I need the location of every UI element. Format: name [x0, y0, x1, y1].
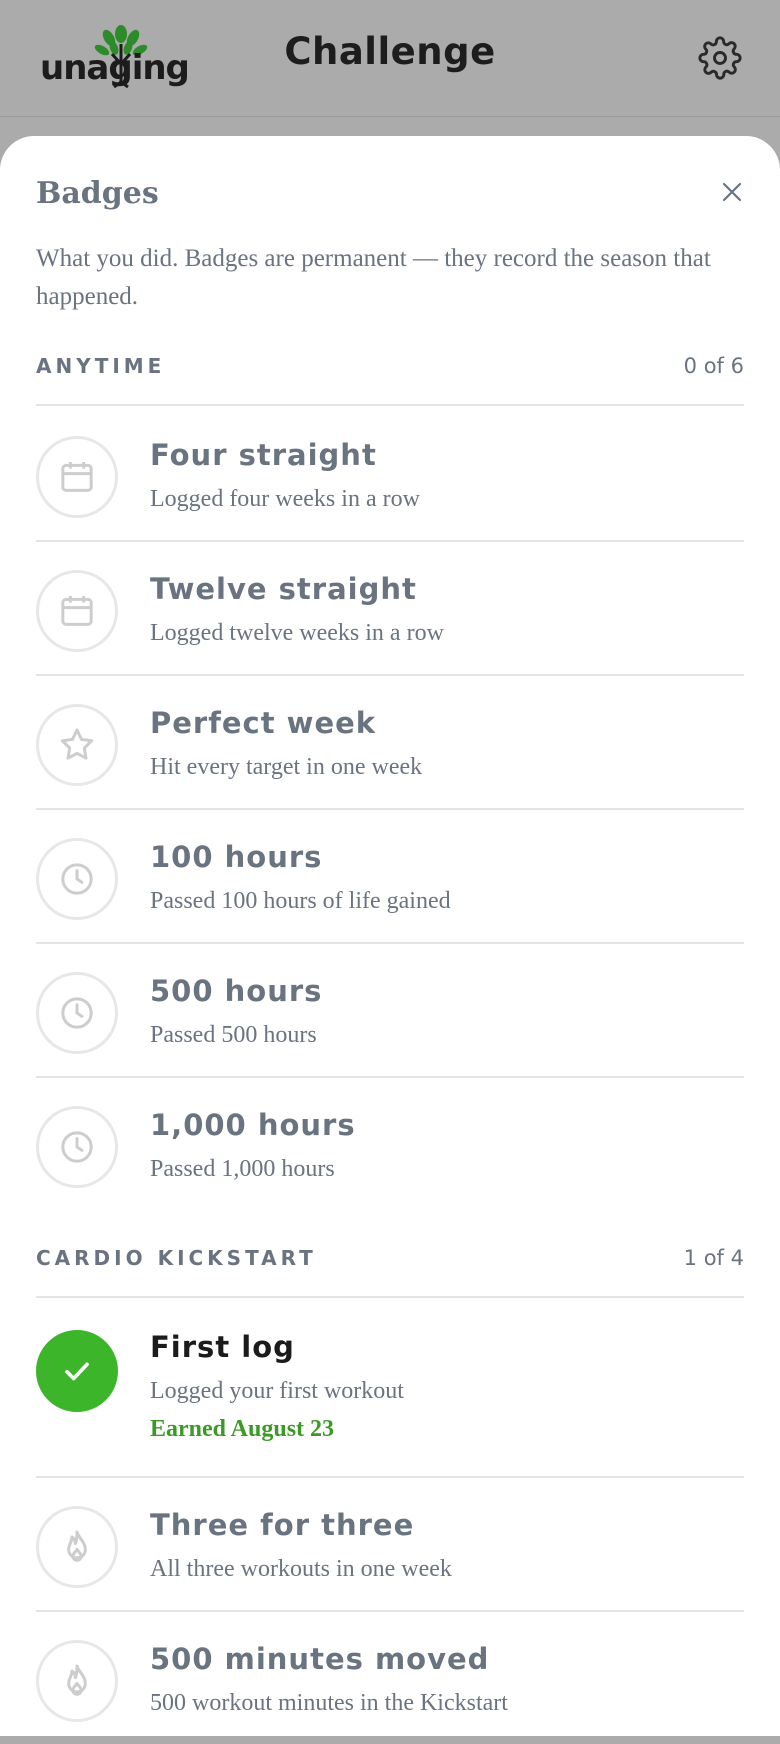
- badge-description: Logged twelve weeks in a row: [150, 620, 444, 646]
- flame-icon: [36, 1640, 118, 1722]
- clock-icon: [36, 838, 118, 920]
- badge-name: Perfect week: [150, 706, 377, 740]
- section-count: 0 of 6: [683, 354, 744, 378]
- badge-four-straight[interactable]: Four straight Logged four weeks in a row: [36, 406, 744, 542]
- badge-description: 500 workout minutes in the Kickstart: [150, 1690, 508, 1716]
- badge-description: Logged your first workout: [150, 1378, 404, 1404]
- badge-name: 1,000 hours: [150, 1108, 356, 1142]
- badge-name: First log: [150, 1330, 295, 1364]
- calendar-icon: [36, 436, 118, 518]
- badge-name: Twelve straight: [150, 572, 417, 606]
- sheet-intro: What you did. Badges are permanent — the…: [36, 245, 711, 310]
- page-title: Challenge: [284, 30, 496, 73]
- section-label: CARDIO KICKSTART: [36, 1246, 317, 1270]
- badge-description: All three workouts in one week: [150, 1556, 452, 1582]
- gear-icon[interactable]: [698, 36, 742, 80]
- badges-sheet: Badges What you did. Badges are permanen…: [0, 136, 780, 1736]
- section-count: 1 of 4: [683, 1246, 744, 1270]
- badge-twelve-straight[interactable]: Twelve straight Logged twelve weeks in a…: [36, 540, 744, 676]
- badge-500-hours[interactable]: 500 hours Passed 500 hours: [36, 942, 744, 1078]
- badge-1000-hours[interactable]: 1,000 hours Passed 1,000 hours: [36, 1076, 744, 1210]
- badge-description: Hit every target in one week: [150, 754, 423, 780]
- badge-description: Logged four weeks in a row: [150, 486, 420, 512]
- badge-description: Passed 1,000 hours: [150, 1156, 335, 1182]
- badge-perfect-week[interactable]: Perfect week Hit every target in one wee…: [36, 674, 744, 810]
- flame-icon: [36, 1506, 118, 1588]
- section-header-cardio-kickstart: CARDIO KICKSTART 1 of 4: [36, 1236, 744, 1298]
- badge-earned-date: Earned August 23: [150, 1416, 335, 1442]
- section-header-anytime: ANYTIME 0 of 6: [36, 344, 744, 406]
- badge-name: 500 hours: [150, 974, 323, 1008]
- badge-name: Three for three: [150, 1508, 415, 1542]
- badge-500-minutes-moved[interactable]: 500 minutes moved 500 workout minutes in…: [36, 1610, 744, 1744]
- badge-first-log[interactable]: First log Logged your first workout Earn…: [36, 1298, 744, 1478]
- badge-name: Four straight: [150, 438, 377, 472]
- badge-100-hours[interactable]: 100 hours Passed 100 hours of life gaine…: [36, 808, 744, 944]
- badge-name: 100 hours: [150, 840, 323, 874]
- calendar-icon: [36, 570, 118, 652]
- badge-three-for-three[interactable]: Three for three All three workouts in on…: [36, 1476, 744, 1612]
- clock-icon: [36, 1106, 118, 1188]
- badge-name: 500 minutes moved: [150, 1642, 490, 1676]
- badge-description: Passed 100 hours of life gained: [150, 888, 451, 914]
- section-label: ANYTIME: [36, 354, 166, 378]
- badge-description: Passed 500 hours: [150, 1022, 317, 1048]
- check-icon: [36, 1330, 118, 1412]
- clock-icon: [36, 972, 118, 1054]
- close-icon[interactable]: [718, 178, 746, 206]
- app-header: unaging Challenge: [0, 0, 780, 117]
- star-icon: [36, 704, 118, 786]
- sheet-title: Badges: [36, 176, 159, 211]
